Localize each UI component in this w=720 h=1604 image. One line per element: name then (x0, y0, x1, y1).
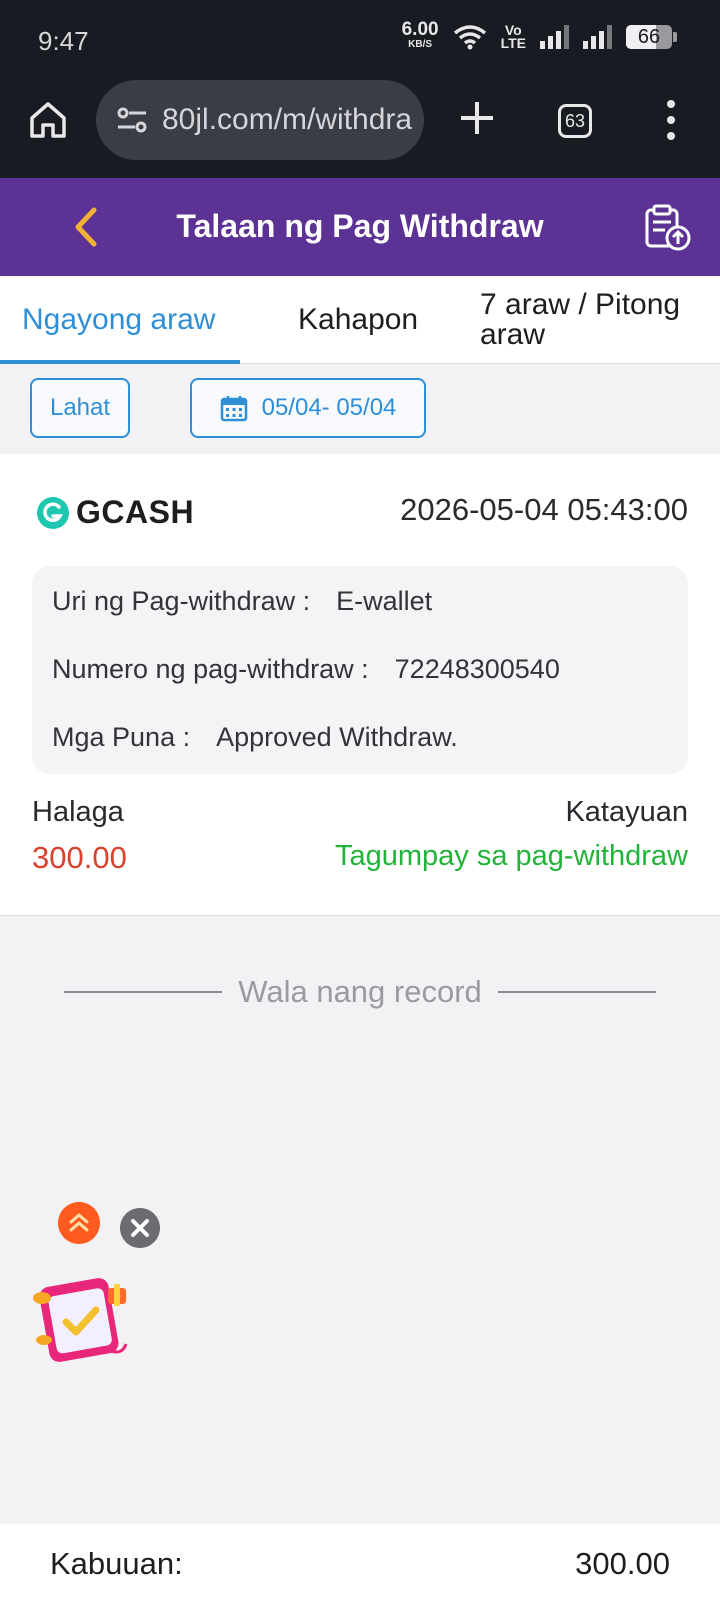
battery-icon: 66 (626, 25, 677, 49)
remarks-row: Mga Puna : Approved Withdraw. (52, 722, 458, 753)
promo-checkin-icon[interactable] (30, 1270, 134, 1370)
divider-right (497, 991, 657, 993)
new-tab-icon[interactable] (455, 96, 499, 140)
status-value: Tagumpay sa pag-withdraw (334, 840, 688, 872)
tab-today[interactable]: Ngayong araw (22, 276, 215, 364)
withdraw-type-row: Uri ng Pag-withdraw : E-wallet (52, 586, 432, 617)
volte-indicator: Vo LTE (500, 23, 526, 51)
divider-left (64, 991, 223, 993)
total-value: 300.00 (575, 1546, 670, 1581)
url-text: 80jl.com/m/withdra (162, 103, 413, 136)
no-more-records: Wala nang record (64, 974, 657, 1010)
page-title: Talaan ng Pag Withdraw (176, 208, 544, 244)
remarks-label: Mga Puna : (52, 722, 191, 752)
date-range-text: 05/04- 05/04 (261, 394, 397, 421)
amount-label: Halaga (32, 796, 124, 828)
expand-up-icon[interactable] (58, 1202, 100, 1244)
total-summary: Kabuuan: 300.00 (0, 1524, 720, 1604)
date-tabs: Ngayong araw Kahapon 7 araw / Pitong ara… (0, 276, 720, 364)
wifi-icon (453, 25, 486, 50)
clipboard-upload-icon[interactable] (642, 202, 692, 252)
close-icon[interactable] (120, 1208, 160, 1248)
app-header: Talaan ng Pag Withdraw (0, 178, 720, 276)
tab-7-days[interactable]: 7 araw / Pitong araw (480, 276, 710, 364)
filter-all-button[interactable]: Lahat (30, 378, 130, 438)
calendar-icon (220, 396, 247, 422)
withdraw-type-value: E-wallet (336, 586, 433, 616)
withdraw-number-row: Numero ng pag-withdraw : 72248300540 (52, 654, 560, 685)
amount-value: 300.00 (32, 840, 127, 875)
network-speed: 6.00 KB/S (402, 20, 439, 52)
gcash-logo-icon (37, 496, 69, 529)
more-menu-icon[interactable] (664, 100, 678, 140)
home-icon[interactable] (26, 98, 70, 142)
withdraw-type-label: Uri ng Pag-withdraw : (52, 586, 311, 616)
address-bar[interactable]: 80jl.com/m/withdra (96, 80, 424, 160)
status-icons: 6.00 KB/S Vo LTE 66 (402, 20, 677, 52)
no-more-text: Wala nang record (238, 974, 482, 1009)
total-label: Kabuuan: (50, 1546, 183, 1581)
withdraw-record-card[interactable]: GCASH 2026-05-04 05:43:00 Uri ng Pag-wit… (0, 454, 720, 916)
signal-icon-2 (583, 25, 612, 49)
site-settings-icon[interactable] (114, 102, 150, 138)
status-time: 9:47 (38, 26, 89, 56)
browser-chrome: 9:47 6.00 KB/S Vo LTE 66 80jl.com/m/with… (0, 0, 720, 178)
provider: GCASH (36, 494, 194, 531)
filter-row: Lahat 05/04- 05/04 (0, 364, 720, 454)
record-datetime: 2026-05-04 05:43:00 (400, 492, 688, 527)
tab-yesterday[interactable]: Kahapon (298, 276, 418, 364)
withdraw-number-label: Numero ng pag-withdraw : (52, 654, 369, 684)
withdraw-number-value: 72248300540 (394, 654, 560, 684)
remarks-value: Approved Withdraw. (216, 722, 458, 752)
record-details: Uri ng Pag-withdraw : E-wallet Numero ng … (32, 566, 688, 774)
provider-name: GCASH (76, 494, 195, 530)
status-label: Katayuan (565, 796, 688, 828)
volte-bottom: LTE (500, 35, 526, 51)
tab-switcher-button[interactable]: 63 (558, 104, 592, 138)
battery-level: 66 (637, 26, 661, 48)
signal-icon (540, 25, 569, 49)
date-range-button[interactable]: 05/04- 05/04 (190, 378, 426, 438)
